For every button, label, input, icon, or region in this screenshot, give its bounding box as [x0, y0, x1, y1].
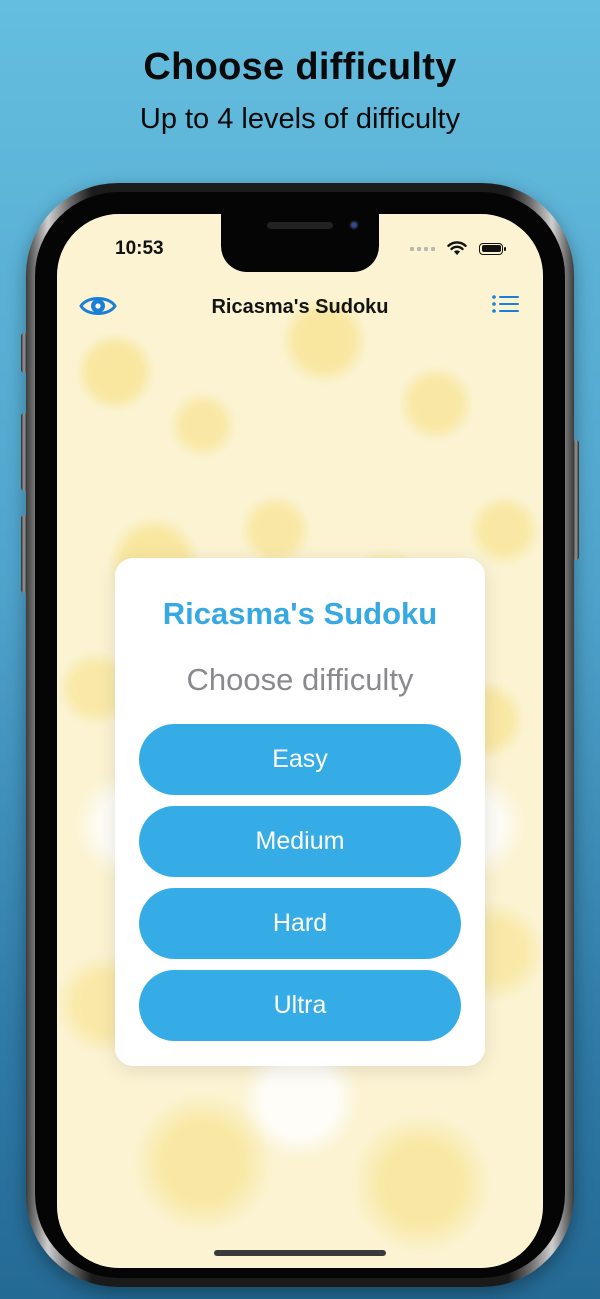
- phone-power-button: [573, 440, 579, 560]
- hard-button[interactable]: Hard: [139, 888, 461, 959]
- promo-subtitle: Up to 4 levels of difficulty: [139, 103, 461, 135]
- status-time: 10:53: [115, 238, 164, 259]
- status-icons: [410, 241, 506, 256]
- phone-silent-switch: [21, 333, 27, 373]
- phone-volume-up-button: [21, 413, 27, 491]
- front-camera: [349, 220, 359, 230]
- battery-icon: [479, 242, 506, 255]
- list-icon[interactable]: [491, 294, 521, 323]
- phone-volume-down-button: [21, 515, 27, 593]
- phone-screen: 10:53 Ricasma's Sudoku Ricasma's Sudoku …: [57, 214, 543, 1268]
- easy-button[interactable]: Easy: [139, 724, 461, 795]
- nav-title: Ricasma's Sudoku: [211, 296, 389, 318]
- dialog-title: Ricasma's Sudoku: [162, 596, 438, 631]
- ultra-button[interactable]: Ultra: [139, 970, 461, 1041]
- speaker-grille: [267, 222, 333, 229]
- difficulty-dialog: Ricasma's Sudoku Choose difficulty Easy …: [115, 558, 485, 1066]
- home-indicator[interactable]: [214, 1250, 386, 1256]
- medium-button[interactable]: Medium: [139, 806, 461, 877]
- notch: [221, 214, 379, 272]
- wifi-icon: [447, 241, 467, 255]
- cellular-signal-icon: [410, 246, 435, 251]
- promo-title: Choose difficulty: [143, 46, 457, 88]
- dialog-subtitle: Choose difficulty: [186, 662, 414, 697]
